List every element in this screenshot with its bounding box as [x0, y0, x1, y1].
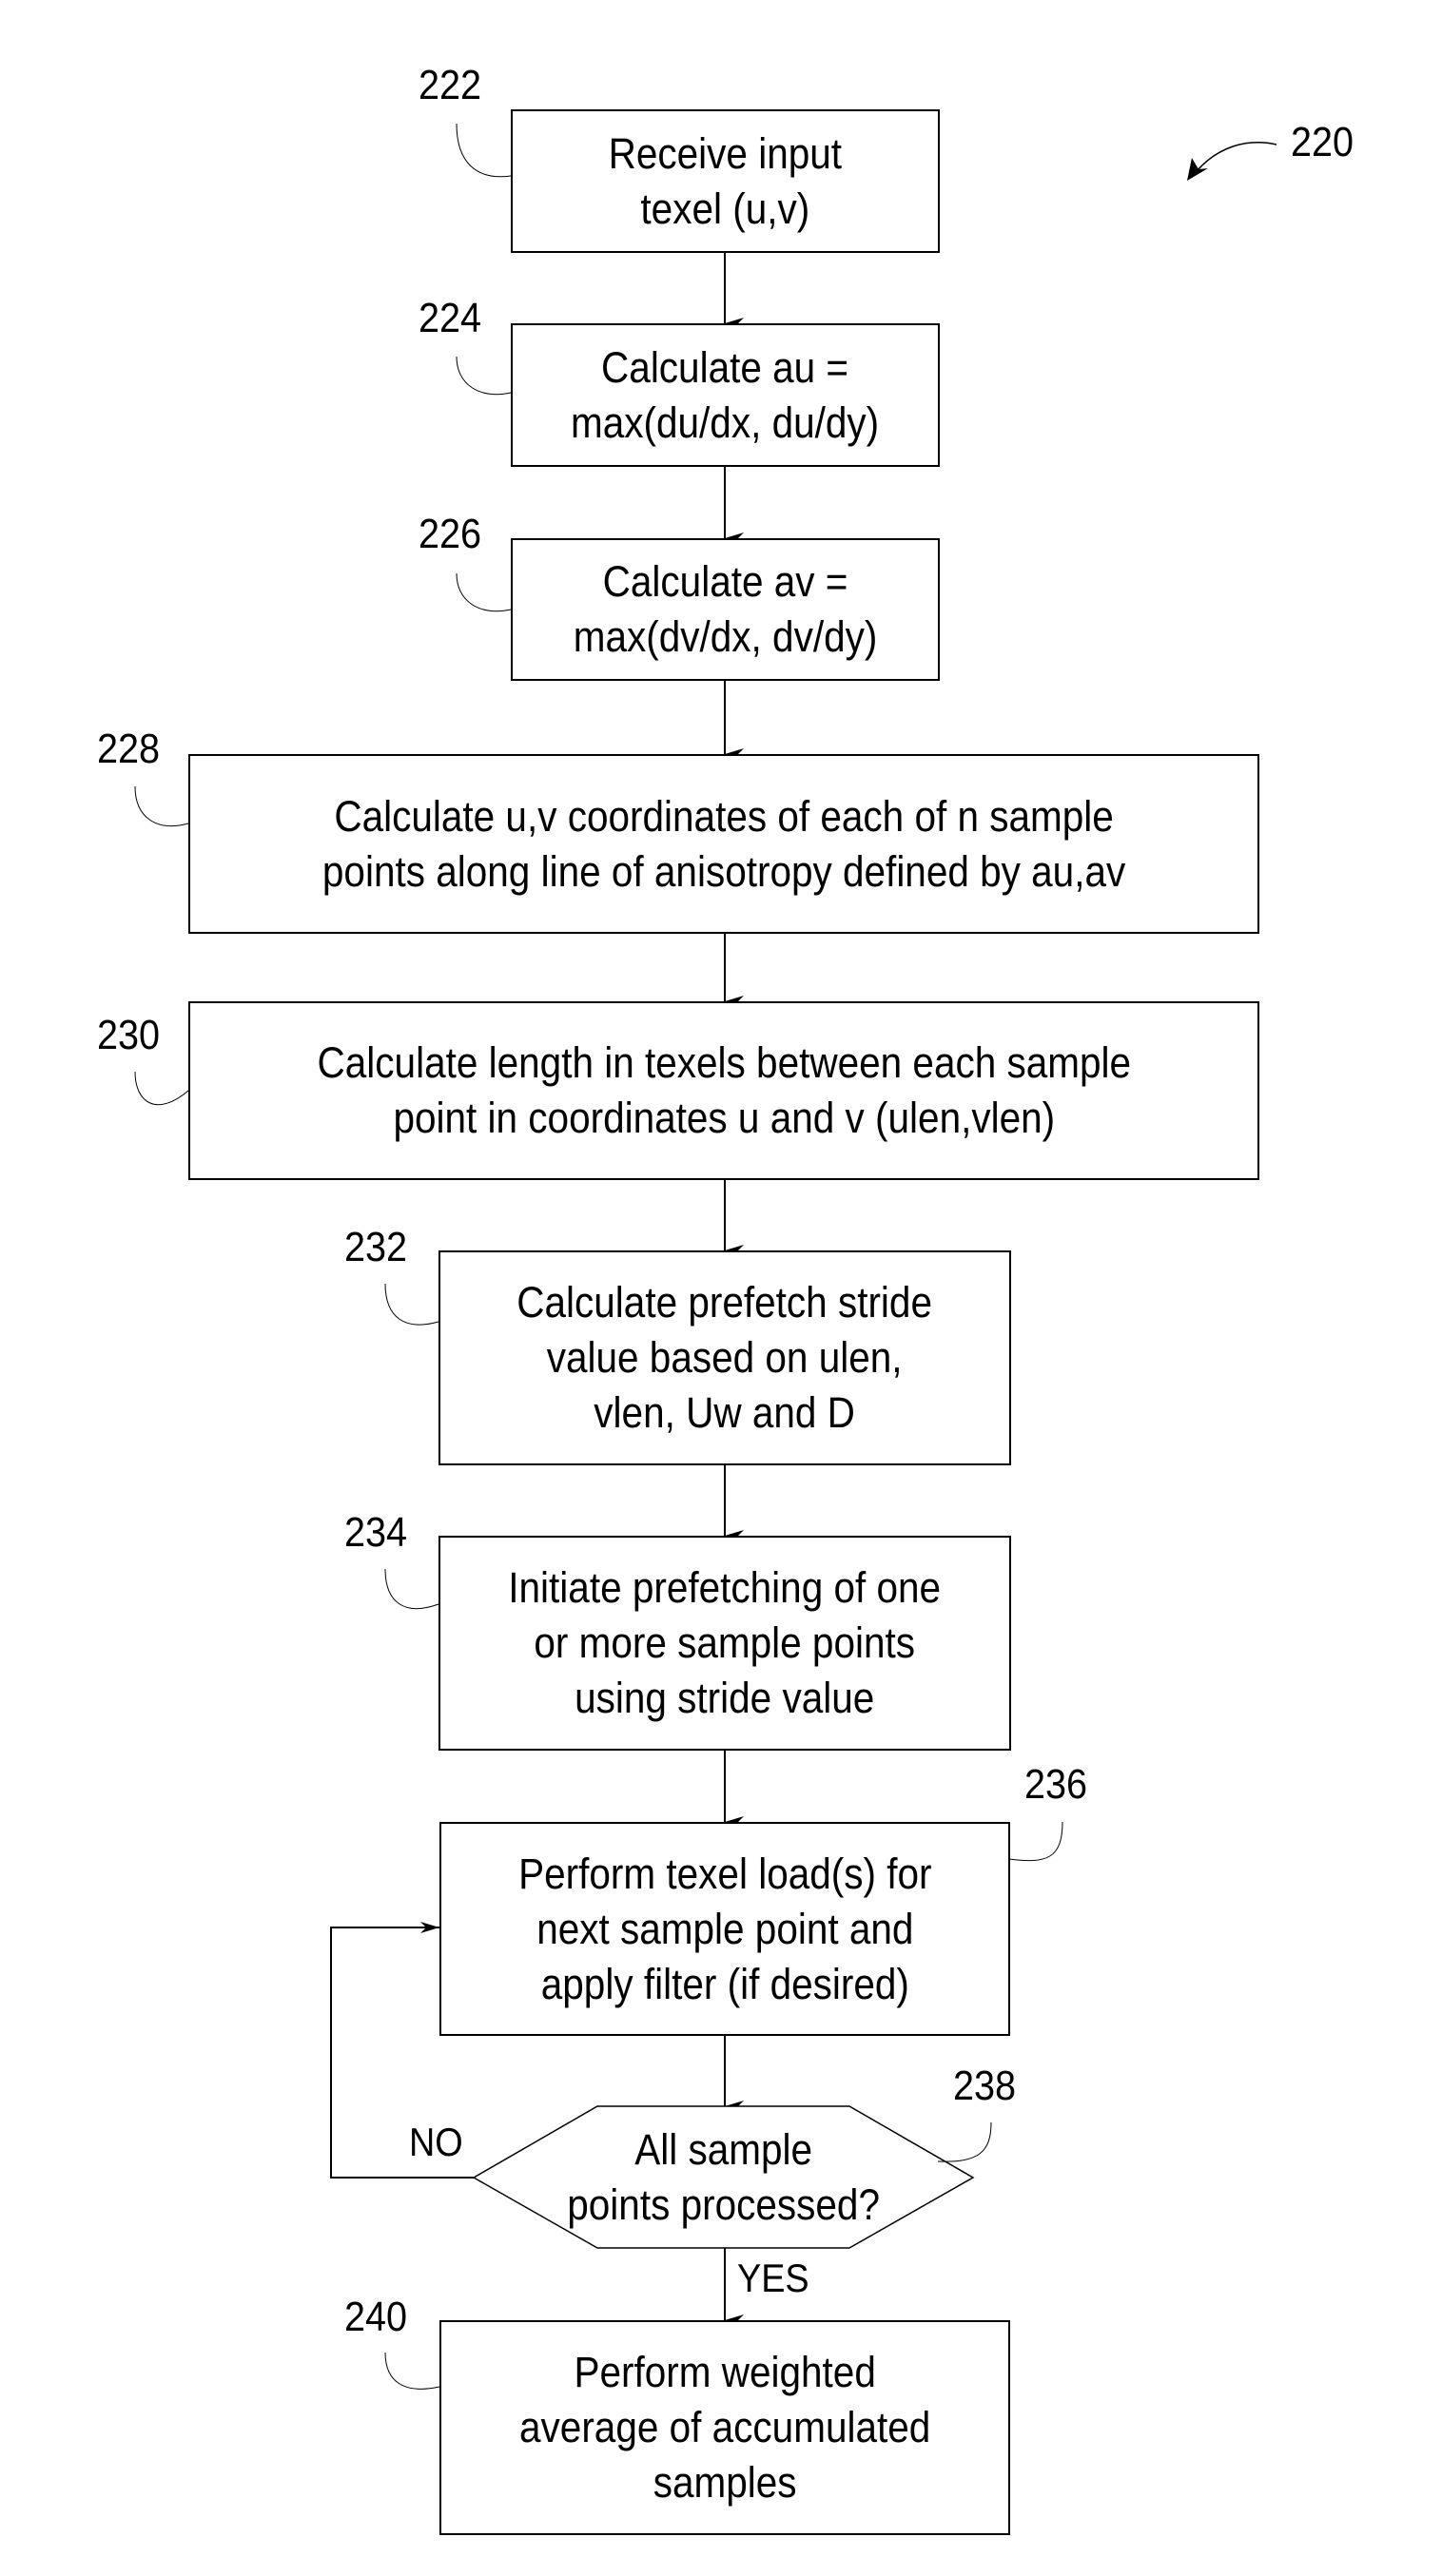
step-text-236: Perform texel load(s) for next sample po…: [517, 1849, 932, 2008]
step-box-226: Calculate av = max(dv/dx, dv/dy): [511, 538, 940, 681]
leader-230: [134, 1071, 189, 1106]
leader-234: [384, 1568, 439, 1610]
decision-ref-238: 238: [953, 2063, 1017, 2109]
step-box-234: Initiate prefetching of one or more samp…: [438, 1536, 1011, 1751]
figure-pointer-220: [1196, 142, 1277, 172]
step-text-234: Initiate prefetching of one or more samp…: [508, 1563, 942, 1722]
leader-236: [1008, 1821, 1063, 1862]
decision-text-238: All sample points processed?: [567, 2125, 880, 2229]
step-ref-226: 226: [419, 511, 482, 557]
step-box-232: Calculate prefetch stride value based on…: [438, 1250, 1011, 1465]
step-ref-222: 222: [419, 62, 482, 108]
leader-222: [456, 123, 512, 178]
step-ref-240: 240: [344, 2294, 408, 2340]
step-text-222: Receive input texel (u,v): [608, 128, 843, 233]
step-ref-234: 234: [344, 1509, 408, 1556]
figure-reference-label: 220: [1291, 119, 1354, 165]
no-branch-label: NO: [409, 2120, 463, 2164]
leader-226: [456, 572, 512, 612]
step-box-224: Calculate au = max(du/dx, du/dy): [511, 323, 940, 467]
step-ref-230: 230: [97, 1012, 161, 1058]
step-ref-224: 224: [419, 295, 482, 341]
step-ref-232: 232: [344, 1224, 408, 1270]
step-box-228: Calculate u,v coordinates of each of n s…: [188, 754, 1259, 934]
step-ref-228: 228: [97, 726, 161, 772]
step-box-230: Calculate length in texels between each …: [188, 1001, 1259, 1180]
step-text-224: Calculate au = max(du/dx, du/dy): [571, 342, 880, 447]
leader-224: [456, 356, 512, 396]
figure-pointer-220-head: [1187, 158, 1208, 181]
step-text-240: Perform weighted average of accumulated …: [518, 2348, 931, 2507]
leader-240: [384, 2352, 440, 2390]
step-box-236: Perform texel load(s) for next sample po…: [439, 1822, 1010, 2036]
step-ref-236: 236: [1024, 1761, 1088, 1808]
step-text-232: Calculate prefetch stride value based on…: [516, 1278, 933, 1437]
step-text-230: Calculate length in texels between each …: [317, 1038, 1131, 1142]
step-box-222: Receive input texel (u,v): [511, 109, 940, 253]
step-box-240: Perform weighted average of accumulated …: [439, 2320, 1010, 2535]
step-text-228: Calculate u,v coordinates of each of n s…: [322, 791, 1126, 896]
step-text-226: Calculate av = max(dv/dx, dv/dy): [573, 557, 878, 661]
leader-228: [134, 785, 189, 827]
yes-branch-label: YES: [737, 2256, 809, 2300]
leader-232: [384, 1283, 439, 1326]
decision-238: All sample points processed?: [474, 2106, 973, 2249]
